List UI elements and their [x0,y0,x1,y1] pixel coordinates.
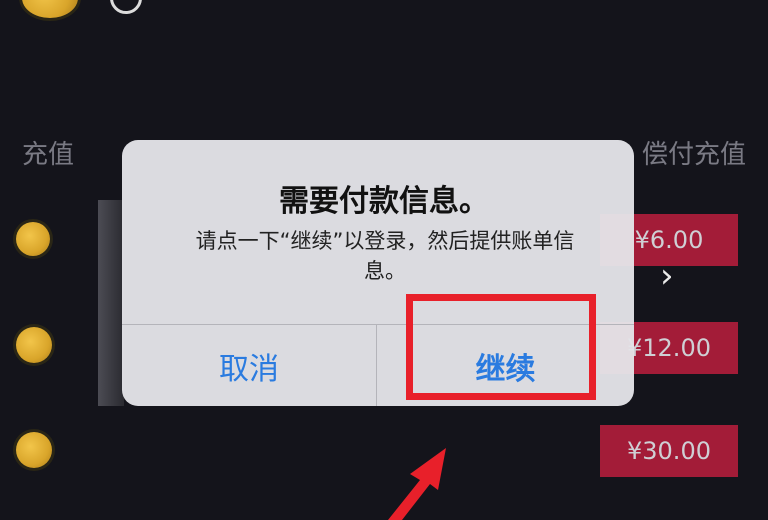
paid-recharge-label: 偿付充值 [642,140,747,170]
recharge-label: 充值 [22,140,75,170]
cancel-button[interactable]: 取消 [122,325,376,406]
coin-icon [16,222,50,256]
dialog-message: 请点一下“继续”以登录，然后提供账单信息。 [195,229,575,283]
chevron-right-icon[interactable]: › [660,256,674,296]
coin-icon [16,327,52,363]
dialog-title: 需要付款信息。 [279,184,489,219]
arrow-up-right-icon [388,448,446,520]
background-panel-edge [98,200,124,406]
continue-highlight-box [406,294,596,400]
price-button-30[interactable]: ¥30.00 [600,425,738,477]
coin-icon [16,432,52,468]
